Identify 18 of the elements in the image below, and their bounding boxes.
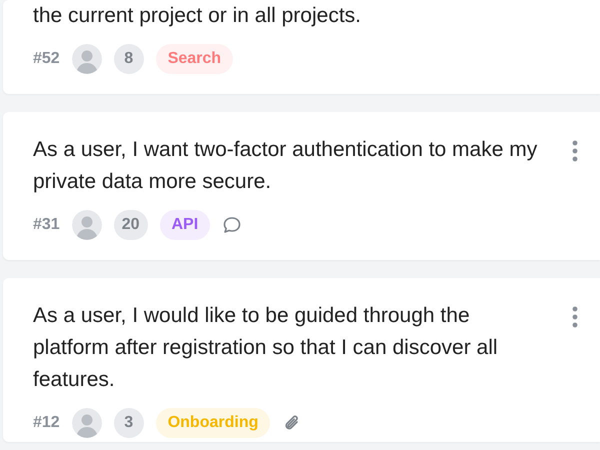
story-text: As a user, I would like to be guided through the platform after registration so that I can discover all features.: [33, 303, 499, 393]
tag-label[interactable]: API: [160, 210, 210, 240]
estimate-badge: 20: [114, 210, 148, 240]
story-text: As a user, I want two-factor authentication to make my private data more secure.: [33, 137, 538, 195]
story-number: #31: [33, 216, 60, 234]
story-number: #52: [33, 50, 60, 68]
speech-bubble-icon: [222, 215, 242, 235]
estimate-badge: 3: [114, 408, 144, 438]
story-number: #12: [33, 414, 60, 432]
estimate-badge: 8: [114, 44, 144, 74]
tag-label[interactable]: Search: [156, 44, 234, 74]
avatar-silhouette: [72, 210, 102, 240]
more-options-icon[interactable]: [572, 140, 578, 162]
avatar-silhouette: [72, 408, 102, 438]
avatar-silhouette: [72, 44, 102, 74]
story-text: the current project or in all projects.: [33, 3, 362, 29]
tag-label[interactable]: Onboarding: [156, 408, 270, 438]
more-options-icon[interactable]: [572, 306, 578, 328]
